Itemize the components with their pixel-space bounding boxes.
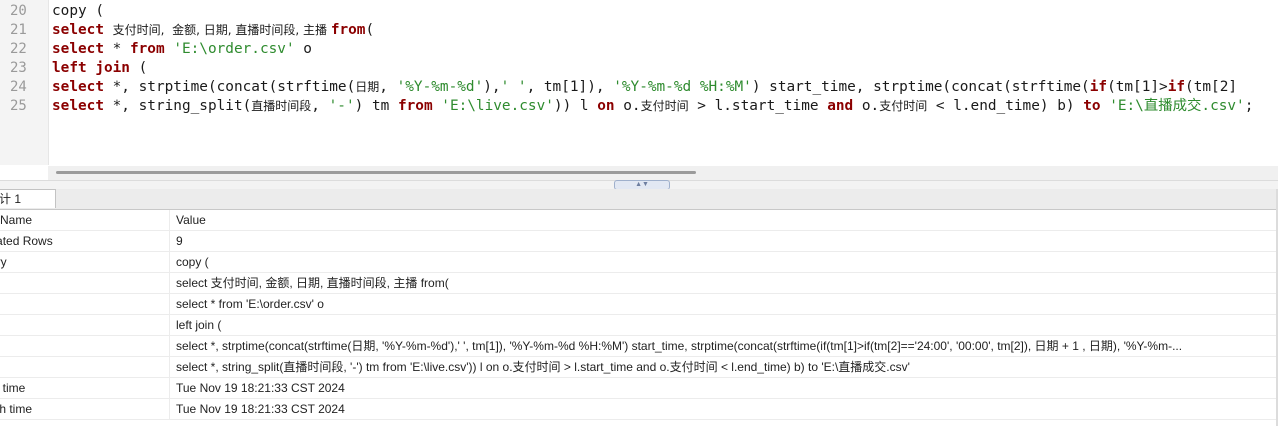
row-name-cell: Start time <box>0 378 170 398</box>
sql-keyword: select <box>52 79 104 95</box>
sql-token: > l.start_time <box>688 98 828 114</box>
sql-token: ) tm <box>354 98 398 114</box>
row-name-cell <box>0 357 170 377</box>
editor-horizontal-scrollbar[interactable] <box>48 166 1278 180</box>
sql-token: o <box>294 41 312 57</box>
sql-token: , <box>311 98 329 114</box>
sql-keyword: if <box>1089 79 1108 95</box>
row-value-cell[interactable]: Tue Nov 19 18:21:33 CST 2024 <box>176 399 1272 419</box>
sql-string: '%Y-%m-%d' <box>396 79 484 95</box>
table-row[interactable]: Start time Tue Nov 19 18:21:33 CST 2024 <box>0 378 1278 399</box>
row-name-cell <box>0 294 170 314</box>
table-row[interactable]: select *, strptime(concat(strftime(日期, '… <box>0 336 1278 357</box>
sql-string: 'E:\live.csv' <box>441 98 554 114</box>
sql-token: )) l <box>553 98 598 114</box>
sql-token: ), <box>483 79 501 95</box>
sql-token: o. <box>853 98 880 114</box>
row-name-cell <box>0 273 170 293</box>
line-number: 21 <box>10 22 27 38</box>
row-value-cell[interactable]: select * from 'E:\order.csv' o <box>176 294 1272 314</box>
sql-token: , <box>379 79 397 95</box>
sql-token: < l.end_time) b) <box>927 98 1084 114</box>
code-line[interactable]: select *, strptime(concat(strftime(日期, '… <box>52 78 1237 97</box>
table-row[interactable]: select 支付时间, 金额, 日期, 直播时间段, 主播 from( <box>0 273 1278 294</box>
sql-token: ( <box>365 22 375 38</box>
sql-keyword: select <box>52 22 113 38</box>
code-line[interactable]: select 支付时间, 金额, 日期, 直播时间段, 主播 from( <box>52 21 374 40</box>
row-value-cell[interactable]: Tue Nov 19 18:21:33 CST 2024 <box>176 378 1272 398</box>
row-name-cell <box>0 336 170 356</box>
code-line[interactable]: left join ( <box>52 59 147 78</box>
row-value-cell[interactable]: select *, string_split(直播时间段, '-') tm fr… <box>176 357 1272 377</box>
sql-string: ' ' <box>500 79 527 95</box>
sql-token: *, strptime(concat(strftime( <box>103 79 356 95</box>
row-name-cell <box>0 315 170 335</box>
line-number: 25 <box>10 98 27 114</box>
table-row[interactable]: Query copy ( <box>0 252 1278 273</box>
sql-token: 日期 <box>355 80 380 94</box>
sql-token: ( <box>129 60 148 76</box>
sql-token: 支付时间 <box>879 99 928 113</box>
grid-header-row: Name Value <box>0 210 1278 231</box>
line-number: 22 <box>10 41 27 57</box>
sql-keyword: from <box>330 22 366 38</box>
sql-keyword: left join <box>52 60 130 76</box>
sql-token: , tm[1]), <box>526 79 614 95</box>
sql-keyword: from <box>397 98 433 114</box>
sql-token: 支付时间 <box>640 99 689 113</box>
code-line[interactable]: select *, string_split(直播时间段, '-') tm fr… <box>52 97 1253 116</box>
sql-token: copy ( <box>52 3 104 19</box>
tab-statistics[interactable]: 统计 1 <box>0 189 56 208</box>
column-header-name[interactable]: Name <box>0 210 170 230</box>
row-value-cell[interactable]: copy ( <box>176 252 1272 272</box>
sql-keyword: to <box>1083 98 1101 114</box>
sql-token: *, string_split( <box>103 98 252 114</box>
line-number: 24 <box>10 79 27 95</box>
sql-token: 支付时间, 金额, 日期, 直播时间段, 主播 <box>112 23 331 37</box>
sql-token: 直播时间段 <box>251 99 312 113</box>
line-number: 23 <box>10 60 27 76</box>
sql-keyword: from <box>129 41 165 57</box>
code-line[interactable]: select * from 'E:\order.csv' o <box>52 40 312 59</box>
row-value-cell[interactable]: 9 <box>176 231 1272 251</box>
sql-token: o. <box>614 98 641 114</box>
table-row[interactable]: select * from 'E:\order.csv' o <box>0 294 1278 315</box>
sql-editor[interactable]: 20 21 22 23 24 25 copy ( select 支付时间, 金额, 日期, … <box>0 0 1278 165</box>
sql-string: 'E:\直播成交.csv' <box>1109 98 1245 114</box>
sql-keyword: and <box>827 98 854 114</box>
table-row[interactable]: select *, string_split(直播时间段, '-') tm fr… <box>0 357 1278 378</box>
sql-token: (tm[2] <box>1185 79 1238 95</box>
row-value-cell[interactable]: select 支付时间, 金额, 日期, 直播时间段, 主播 from( <box>176 273 1272 293</box>
sql-string: '%Y-%m-%d %H:%M' <box>613 79 752 95</box>
result-tabs: 统计 1 <box>0 189 1278 210</box>
sql-string: '-' <box>328 98 355 114</box>
scrollbar-thumb[interactable] <box>56 171 696 174</box>
row-value-cell[interactable]: select *, strptime(concat(strftime(日期, '… <box>176 336 1272 356</box>
code-line[interactable]: copy ( <box>52 2 104 21</box>
table-row[interactable]: left join ( <box>0 315 1278 336</box>
sql-string: 'E:\order.csv' <box>173 41 295 57</box>
line-number-gutter: 20 21 22 23 24 25 <box>0 0 49 165</box>
sql-keyword: select <box>52 41 104 57</box>
sql-token: (tm[1]> <box>1107 79 1168 95</box>
sql-token: ; <box>1244 98 1254 114</box>
line-number: 20 <box>10 3 27 19</box>
sql-token: ) start_time, strptime(concat(strftime( <box>751 79 1090 95</box>
sql-keyword: if <box>1167 79 1186 95</box>
sql-keyword: select <box>52 98 104 114</box>
sql-token: * <box>103 41 130 57</box>
column-header-value[interactable]: Value <box>176 210 1272 230</box>
row-name-cell: Query <box>0 252 170 272</box>
row-value-cell[interactable]: left join ( <box>176 315 1272 335</box>
table-row[interactable]: Finish time Tue Nov 19 18:21:33 CST 2024 <box>0 399 1278 420</box>
table-row[interactable]: Updated Rows 9 <box>0 231 1278 252</box>
sql-keyword: on <box>597 98 615 114</box>
row-name-cell: Finish time <box>0 399 170 419</box>
row-name-cell: Updated Rows <box>0 231 170 251</box>
